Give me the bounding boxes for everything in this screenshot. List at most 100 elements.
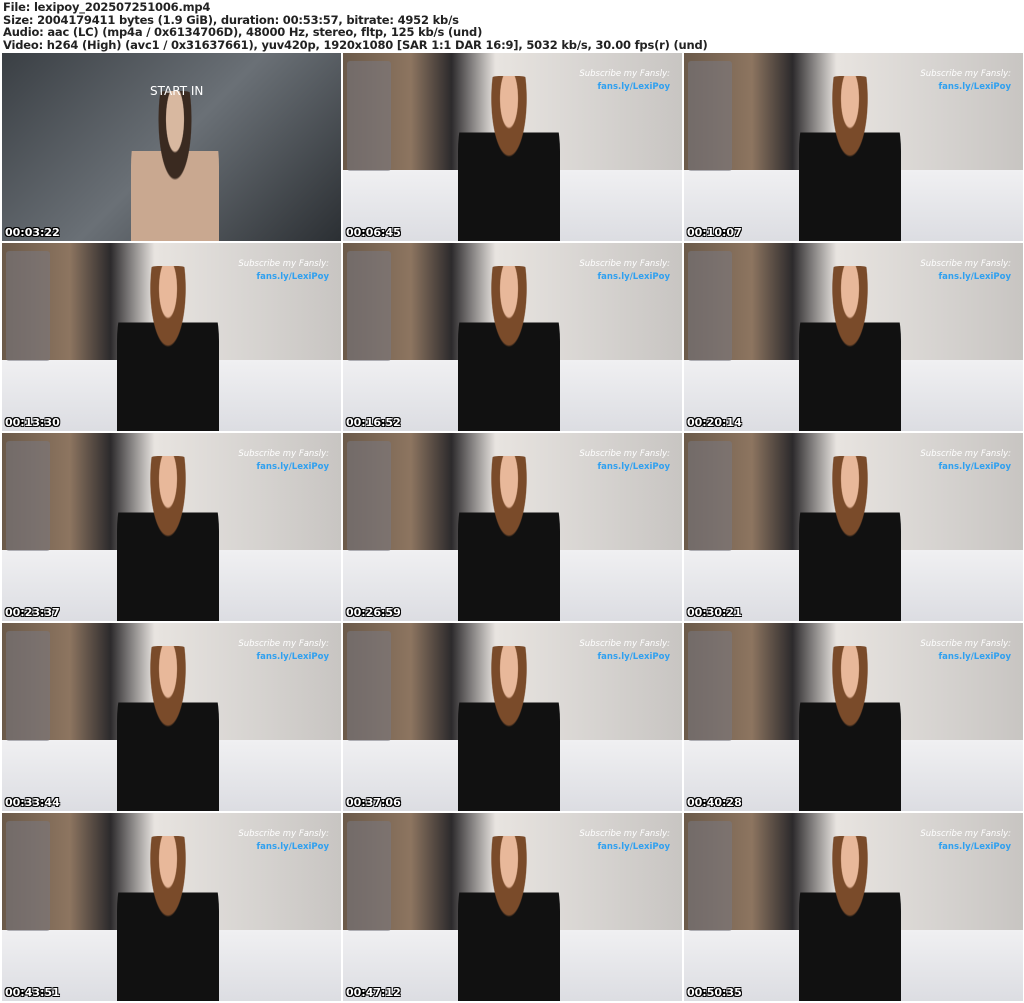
timestamp: 00:30:21 [687,606,742,619]
timestamp: 00:13:30 [5,416,60,429]
video-thumbnail: Subscribe my Fansly: fans.ly/LexiPoy 00:16… [343,243,682,431]
fansly-link-text: fans.ly/LexiPoy [938,842,1011,852]
subscribe-overlay: Subscribe my Fansly: fans.ly/LexiPoy [920,448,1011,474]
subscribe-overlay: Subscribe my Fansly: fans.ly/LexiPoy [238,828,329,854]
audio-info: Audio: aac (LC) (mp4a / 0x6134706D), 480… [3,25,483,39]
stream-overlay-panel [347,821,391,931]
video-thumbnail: Subscribe my Fansly: fans.ly/LexiPoy 00:40… [684,623,1023,811]
thumbnail-grid: START IN 00:03:22 Subscribe my Fansly: fans… [2,53,1023,1001]
frame-image [799,455,901,621]
timestamp: 00:33:44 [5,796,60,809]
subscribe-text: Subscribe my Fansly: [238,639,329,649]
subscribe-text: Subscribe my Fansly: [920,69,1011,79]
subscribe-overlay: Subscribe my Fansly: fans.ly/LexiPoy [579,68,670,94]
timestamp: 00:16:52 [346,416,401,429]
subscribe-text: Subscribe my Fansly: [238,829,329,839]
subscribe-text: Subscribe my Fansly: [579,449,670,459]
timestamp: 00:10:07 [687,226,742,239]
subscribe-overlay: Subscribe my Fansly: fans.ly/LexiPoy [579,258,670,284]
video-thumbnail: Subscribe my Fansly: fans.ly/LexiPoy 00:33… [2,623,341,811]
subscribe-text: Subscribe my Fansly: [920,259,1011,269]
frame-image [458,835,560,1001]
video-thumbnail: Subscribe my Fansly: fans.ly/LexiPoy 00:13… [2,243,341,431]
video-thumbnail: Subscribe my Fansly: fans.ly/LexiPoy 00:23… [2,433,341,621]
fansly-link-text: fans.ly/LexiPoy [256,272,329,282]
fansly-link-text: fans.ly/LexiPoy [938,462,1011,472]
timestamp: 00:20:14 [687,416,742,429]
frame-image [130,90,219,241]
subscribe-overlay: Subscribe my Fansly: fans.ly/LexiPoy [920,258,1011,284]
video-thumbnail: Subscribe my Fansly: fans.ly/LexiPoy 00:30… [684,433,1023,621]
frame-image [117,835,219,1001]
timestamp: 00:23:37 [5,606,60,619]
frame-image [799,75,901,241]
subscribe-overlay: Subscribe my Fansly: fans.ly/LexiPoy [579,828,670,854]
stream-overlay-panel [347,251,391,361]
frame-image [458,265,560,431]
frame-image [458,645,560,811]
stream-overlay-panel [688,251,732,361]
subscribe-overlay: Subscribe my Fansly: fans.ly/LexiPoy [238,258,329,284]
subscribe-overlay: Subscribe my Fansly: fans.ly/LexiPoy [579,638,670,664]
fansly-link-text: fans.ly/LexiPoy [256,462,329,472]
timestamp: 00:40:28 [687,796,742,809]
stream-overlay-panel [688,821,732,931]
subscribe-overlay: Subscribe my Fansly: fans.ly/LexiPoy [920,828,1011,854]
subscribe-text: Subscribe my Fansly: [920,449,1011,459]
start-in-text: START IN [150,84,204,98]
timestamp: 00:03:22 [5,226,60,239]
frame-image [117,645,219,811]
video-thumbnail: Subscribe my Fansly: fans.ly/LexiPoy 00:37… [343,623,682,811]
subscribe-text: Subscribe my Fansly: [238,449,329,459]
subscribe-overlay: Subscribe my Fansly: fans.ly/LexiPoy [920,68,1011,94]
subscribe-text: Subscribe my Fansly: [579,829,670,839]
fansly-link-text: fans.ly/LexiPoy [597,82,670,92]
timestamp: 00:37:06 [346,796,401,809]
fansly-link-text: fans.ly/LexiPoy [256,842,329,852]
subscribe-text: Subscribe my Fansly: [579,69,670,79]
stream-overlay-panel [688,441,732,551]
fansly-link-text: fans.ly/LexiPoy [597,842,670,852]
subscribe-overlay: Subscribe my Fansly: fans.ly/LexiPoy [238,448,329,474]
video-thumbnail: Subscribe my Fansly: fans.ly/LexiPoy 00:43… [2,813,341,1001]
stream-overlay-panel [6,631,50,741]
fansly-link-text: fans.ly/LexiPoy [938,82,1011,92]
fansly-link-text: fans.ly/LexiPoy [597,652,670,662]
frame-image [458,455,560,621]
subscribe-overlay: Subscribe my Fansly: fans.ly/LexiPoy [238,638,329,664]
stream-overlay-panel [6,251,50,361]
stream-overlay-panel [6,441,50,551]
video-thumbnail: Subscribe my Fansly: fans.ly/LexiPoy 00:26… [343,433,682,621]
file-name: File: lexipoy_202507251006.mp4 [3,0,211,14]
subscribe-text: Subscribe my Fansly: [920,829,1011,839]
fansly-link-text: fans.ly/LexiPoy [256,652,329,662]
fansly-link-text: fans.ly/LexiPoy [938,272,1011,282]
fansly-link-text: fans.ly/LexiPoy [938,652,1011,662]
subscribe-overlay: Subscribe my Fansly: fans.ly/LexiPoy [579,448,670,474]
stream-overlay-panel [688,631,732,741]
subscribe-text: Subscribe my Fansly: [579,639,670,649]
subscribe-text: Subscribe my Fansly: [238,259,329,269]
subscribe-overlay: Subscribe my Fansly: fans.ly/LexiPoy [920,638,1011,664]
subscribe-text: Subscribe my Fansly: [920,639,1011,649]
timestamp: 00:47:12 [346,986,401,999]
video-thumbnail: START IN 00:03:22 [2,53,341,241]
stream-overlay-panel [347,441,391,551]
fansly-link-text: fans.ly/LexiPoy [597,462,670,472]
timestamp: 00:06:45 [346,226,401,239]
stream-overlay-panel [688,61,732,171]
stream-overlay-panel [6,821,50,931]
frame-image [799,835,901,1001]
fansly-link-text: fans.ly/LexiPoy [597,272,670,282]
video-thumbnail: Subscribe my Fansly: fans.ly/LexiPoy 00:50… [684,813,1023,1001]
file-info-header: File: lexipoy_202507251006.mp4 Size: 200… [3,1,708,51]
stream-overlay-panel [347,631,391,741]
frame-image [117,455,219,621]
stream-overlay-panel [347,61,391,171]
video-thumbnail: Subscribe my Fansly: fans.ly/LexiPoy 00:10… [684,53,1023,241]
frame-image [458,75,560,241]
video-thumbnail: Subscribe my Fansly: fans.ly/LexiPoy 00:47… [343,813,682,1001]
frame-image [799,265,901,431]
video-thumbnail: Subscribe my Fansly: fans.ly/LexiPoy 00:06… [343,53,682,241]
video-thumbnail: Subscribe my Fansly: fans.ly/LexiPoy 00:20… [684,243,1023,431]
